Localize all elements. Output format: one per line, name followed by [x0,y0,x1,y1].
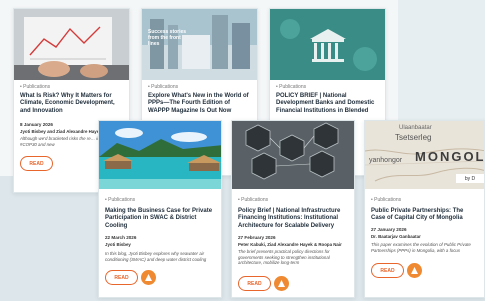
read-button[interactable]: READ [238,276,271,291]
share-icon[interactable] [141,270,156,285]
card-image-network [232,121,354,189]
card-image-bank [270,9,385,80]
card-excerpt: This paper examines the evolution of Pub… [371,242,471,253]
card-title[interactable]: What Is Risk? Why It Matters for Climate… [20,93,123,115]
image-caption: by D [456,174,484,183]
card-image-magazine: Success stories from the front lines [142,9,257,80]
magazine-cover-text: Success stories from the front lines [148,29,187,47]
map-label: Tsetserleg [395,133,432,142]
card-title[interactable]: Explore What's New in the World of PPPs—… [148,93,251,115]
map-label: yanhongor [369,157,403,164]
card-title[interactable]: Public Private Partnerships: The Case of… [371,208,478,223]
card-image-laptop [14,9,129,80]
card-date: 27 January 2026 [371,227,407,232]
card-excerpt: The brief presents practical policy dire… [238,249,330,266]
card-image-map: Ulaanbaatar Tsetserleg MONGOLIA yanhongo… [365,121,484,189]
publication-card-mongolia-ppp[interactable]: Ulaanbaatar Tsetserleg MONGOLIA yanhongo… [364,120,485,298]
publication-card-nifi-policy-brief[interactable]: • Publications Policy Brief | National I… [231,120,355,298]
card-authors: Dr. Baatarjav Ganbaatar [371,234,421,239]
card-authors: Peter Kabuki, Ziad Alexandre Hayek & Roo… [238,242,342,247]
share-icon[interactable] [407,263,422,278]
card-category-tag: • Publications [238,197,269,203]
read-button[interactable]: READ [105,270,138,285]
read-button[interactable]: READ [371,263,404,278]
card-date: 27 February 2026 [238,235,276,240]
card-title[interactable]: Policy Brief | National Infrastructure F… [238,208,348,230]
card-category-tag: • Publications [276,84,307,90]
card-date: 8 January 2026 [20,122,53,127]
share-icon[interactable] [274,276,289,291]
card-category-tag: • Publications [105,197,136,203]
card-category-tag: • Publications [148,84,179,90]
card-title[interactable]: Making the Business Case for Private Par… [105,208,215,230]
card-authors: Jyoti Bisbey [105,242,131,247]
card-category-tag: • Publications [371,197,402,203]
map-label: MONGOLIA [415,149,484,164]
card-category-tag: • Publications [20,84,51,90]
card-image-tropical-resort [99,121,221,189]
publication-card-swac[interactable]: • Publications Making the Business Case … [98,120,222,298]
card-date: 22 March 2026 [105,235,137,240]
read-button[interactable]: READ [20,156,53,171]
map-label: Ulaanbaatar [399,125,432,131]
card-excerpt: In this blog, Jyoti Bisbey explores why … [105,251,207,262]
card-title[interactable]: POLICY BRIEF | National Development Bank… [276,93,379,115]
